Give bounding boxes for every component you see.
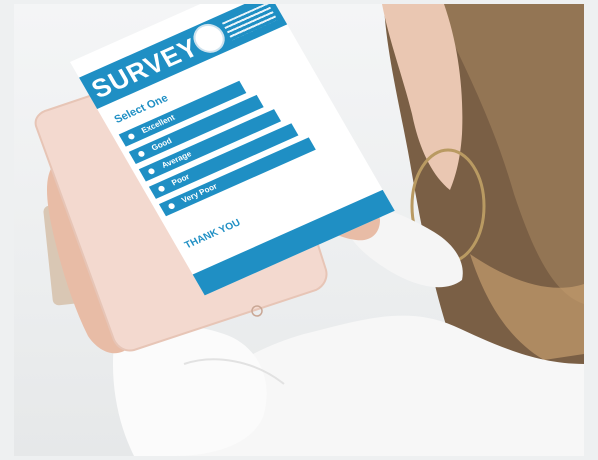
thank-you-text: THANK YOU	[182, 217, 243, 252]
option-label: Poor	[169, 172, 192, 188]
radio-dot-icon[interactable]	[157, 184, 166, 193]
option-label: Good	[149, 136, 174, 153]
photo: SURVEY Select One Excellent Good Average…	[14, 4, 584, 456]
seal-caption	[221, 4, 278, 41]
option-label: Average	[159, 149, 194, 170]
radio-dot-icon[interactable]	[137, 150, 146, 158]
radio-dot-icon[interactable]	[167, 202, 176, 210]
radio-dot-icon[interactable]	[127, 132, 136, 141]
radio-dot-icon[interactable]	[147, 167, 156, 176]
